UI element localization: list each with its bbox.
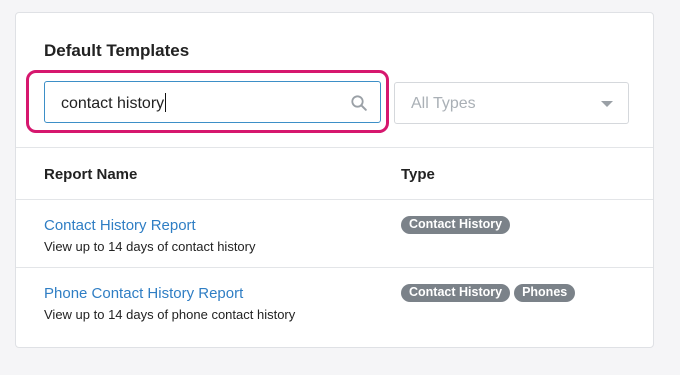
header-divider (16, 147, 653, 148)
report-description: View up to 14 days of phone contact hist… (44, 307, 296, 322)
type-filter-value: All Types (411, 95, 476, 112)
text-caret (165, 93, 167, 112)
report-link-phone-contact-history[interactable]: Phone Contact History Report (44, 285, 243, 302)
search-input[interactable]: contact history (61, 93, 167, 113)
default-templates-panel: Default Templates contact history All Ty… (15, 12, 654, 348)
search-input-value: contact history (61, 95, 165, 112)
chevron-down-icon[interactable] (601, 101, 613, 107)
type-badge: Contact History (401, 216, 511, 234)
row-divider (16, 267, 653, 268)
report-link-contact-history[interactable]: Contact History Report (44, 217, 196, 234)
table-header-divider (16, 199, 653, 200)
type-badges: Contact History (401, 216, 511, 234)
report-description: View up to 14 days of contact history (44, 239, 256, 254)
column-header-type: Type (401, 166, 435, 183)
column-header-report-name: Report Name (44, 166, 138, 183)
panel-title: Default Templates (44, 41, 190, 60)
type-badge: Phones (514, 284, 576, 302)
type-filter-select[interactable]: All Types (394, 82, 629, 124)
search-icon[interactable] (350, 94, 368, 112)
search-field[interactable]: contact history (44, 81, 381, 123)
type-badges: Contact History Phones (401, 284, 576, 302)
type-badge: Contact History (401, 284, 511, 302)
